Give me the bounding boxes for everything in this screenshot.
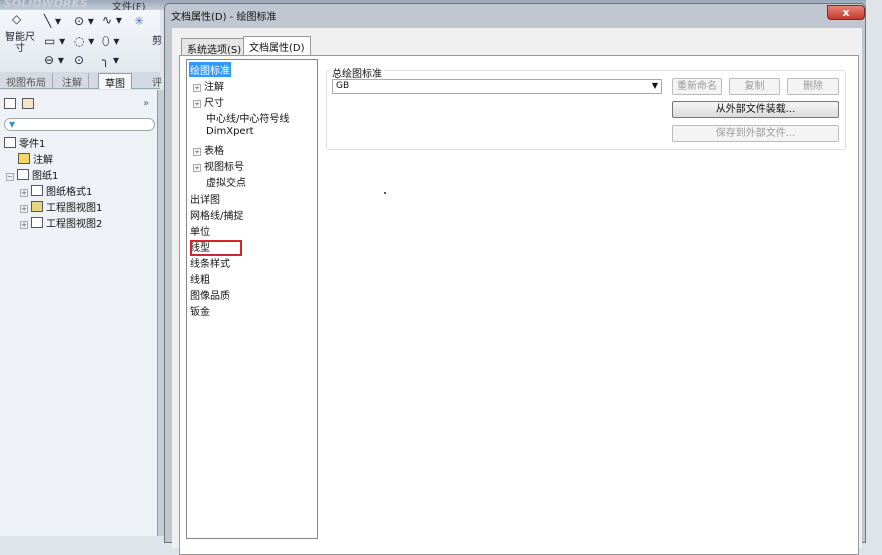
- options-tree: 绘图标准 + 注解 + 尺寸 中心线/中心符号线 DimXpert + 表格 + 视图标…: [186, 59, 318, 539]
- filter-icon: ▼: [9, 120, 16, 129]
- tab-view-layout[interactable]: 视图布局: [0, 73, 53, 89]
- sheet-format-icon: [31, 185, 43, 196]
- line-tool-icon[interactable]: ╲ ▾: [44, 14, 61, 28]
- tree-dimxpert[interactable]: DimXpert: [206, 126, 254, 137]
- annotation-icon: [18, 153, 30, 164]
- save-to-file-button[interactable]: 保存到外部文件...: [672, 125, 839, 142]
- point-tool-icon[interactable]: ✳: [134, 14, 144, 28]
- tree-units[interactable]: 单位: [190, 223, 210, 238]
- filter-input[interactable]: ▼: [4, 118, 155, 131]
- slot-tool-icon[interactable]: ⊖ ▾: [44, 53, 64, 67]
- property-manager-tab-icon[interactable]: [22, 98, 35, 109]
- tree-image-quality[interactable]: 图像品质: [190, 287, 230, 302]
- expand-icon[interactable]: +: [20, 221, 28, 229]
- circle-tool-icon[interactable]: ⊙ ▾: [74, 14, 94, 28]
- highlight-box: [190, 240, 242, 256]
- tree-virtual-sharps[interactable]: 虚拟交点: [206, 174, 246, 189]
- stray-dot: [384, 192, 386, 194]
- close-button[interactable]: x: [827, 5, 865, 20]
- smart-dimension-button[interactable]: 智能尺寸: [4, 32, 36, 54]
- load-from-file-button[interactable]: 从外部文件装载...: [672, 101, 839, 118]
- tab-document-properties[interactable]: 文档属性(D): [243, 36, 311, 56]
- sketch-toolbar: ◇ 智能尺寸 ╲ ▾ ⊙ ▾ ∿ ▾ ✳ ▭ ▾ ◌ ▾ ⬯ ▾ ⊖ ▾ ⊙ ╮…: [0, 10, 162, 72]
- expand-icon[interactable]: +: [193, 148, 201, 156]
- feature-manager-panel: » ▼ 零件1 注解 − 图纸1 + 图纸格式1 + 工程图视图1 + 工程图视图2: [0, 90, 158, 536]
- tree-item-sheet-format[interactable]: + 图纸格式1: [20, 183, 92, 198]
- tab-annotation[interactable]: 注解: [56, 73, 89, 89]
- spline-tool-icon[interactable]: ∿ ▾: [102, 13, 122, 27]
- document-properties-dialog: 文档属性(D) - 绘图标准 x 系统选项(S) 文档属性(D) 绘图标准 + 注…: [164, 3, 866, 555]
- expand-icon[interactable]: +: [193, 100, 201, 108]
- expand-icon[interactable]: +: [193, 164, 201, 172]
- tree-tables[interactable]: + 表格: [193, 142, 224, 157]
- smart-dimension-icon: ◇: [12, 12, 22, 26]
- tree-detailing[interactable]: 出详图: [190, 191, 220, 206]
- trim-button[interactable]: 剪: [152, 32, 162, 47]
- expand-icon[interactable]: +: [20, 205, 28, 213]
- arc-tool-icon[interactable]: ◌ ▾: [74, 34, 94, 48]
- tree-item-drawing-view1[interactable]: + 工程图视图1: [20, 199, 102, 214]
- tree-sheet-metal[interactable]: 钣金: [190, 303, 210, 318]
- rename-button[interactable]: 重新命名: [672, 78, 722, 95]
- tree-drafting-standard[interactable]: 绘图标准: [189, 62, 231, 77]
- tab-sketch[interactable]: 草图: [98, 73, 132, 90]
- group-label: 总绘图标准: [330, 65, 384, 80]
- tree-root[interactable]: 零件1: [4, 135, 45, 150]
- tree-item-sheet[interactable]: − 图纸1: [6, 167, 58, 182]
- tab-panel: 绘图标准 + 注解 + 尺寸 中心线/中心符号线 DimXpert + 表格 + 视图标…: [179, 55, 859, 555]
- tree-grid-snap[interactable]: 网格线/捕捉: [190, 207, 243, 222]
- tree-line-style[interactable]: 线条样式: [190, 255, 230, 270]
- copy-button[interactable]: 复制: [729, 78, 780, 95]
- tree-line-thickness[interactable]: 线粗: [190, 271, 210, 286]
- solidworks-logo: SOLIDWORKS: [4, 0, 88, 10]
- tree-centerlines[interactable]: 中心线/中心符号线: [206, 110, 289, 125]
- expand-icon[interactable]: +: [20, 189, 28, 197]
- expand-panel-icon[interactable]: »: [143, 98, 149, 109]
- command-manager-tabs: 视图布局 注解 草图 评: [0, 72, 169, 90]
- ellipse-tool-icon[interactable]: ⬯ ▾: [102, 34, 119, 49]
- dialog-title: 文档属性(D) - 绘图标准: [171, 12, 277, 23]
- drawing-icon: [4, 137, 16, 148]
- drawing-view-icon: [31, 217, 43, 228]
- tree-item-annotations[interactable]: 注解: [18, 151, 53, 166]
- chevron-down-icon: ▼: [651, 81, 658, 90]
- tree-view-labels[interactable]: + 视图标号: [193, 158, 244, 173]
- collapse-icon[interactable]: −: [6, 173, 14, 181]
- tree-dimensions[interactable]: + 尺寸: [193, 94, 224, 109]
- expand-icon[interactable]: +: [193, 84, 201, 92]
- fillet-tool-icon[interactable]: ╮ ▾: [102, 53, 119, 67]
- background-edge: [866, 0, 882, 536]
- standard-select[interactable]: GB ▼: [332, 79, 662, 94]
- drawing-view-icon: [31, 201, 43, 212]
- polygon-tool-icon[interactable]: ⊙: [74, 53, 84, 67]
- rectangle-tool-icon[interactable]: ▭ ▾: [44, 34, 65, 48]
- tree-item-drawing-view2[interactable]: + 工程图视图2: [20, 215, 102, 230]
- feature-tree-tab-icon[interactable]: [4, 98, 16, 109]
- delete-button[interactable]: 删除: [787, 78, 839, 95]
- tree-annotations[interactable]: + 注解: [193, 78, 224, 93]
- sheet-icon: [17, 169, 29, 180]
- tab-system-options[interactable]: 系统选项(S): [181, 38, 248, 56]
